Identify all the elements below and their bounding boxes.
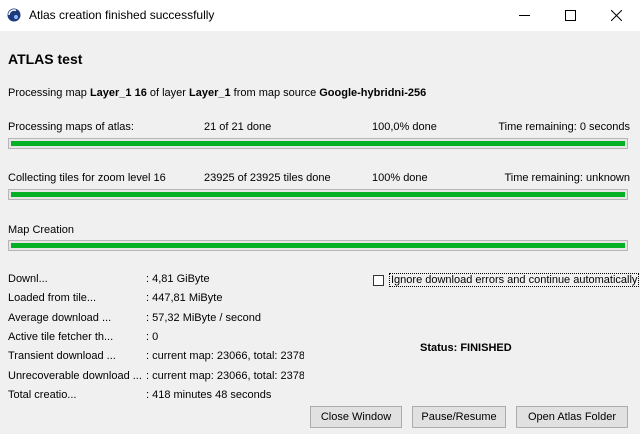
stat-label: Transient download ... <box>8 350 116 362</box>
layer-name: Layer_1 <box>189 87 231 99</box>
of-layer-text: of layer <box>146 87 190 99</box>
maps-progress-fill <box>11 141 625 146</box>
close-window-button[interactable]: Close Window <box>310 406 402 428</box>
stat-value: : 57,32 MiByte / second <box>146 312 261 324</box>
maximize-icon <box>565 10 576 21</box>
stat-label: Total creatio... <box>8 389 77 401</box>
stat-value: : current map: 23066, total: 2378 <box>146 370 304 382</box>
map-creation-label: Map Creation <box>8 224 75 236</box>
minimize-button[interactable] <box>502 0 548 31</box>
stat-label: Loaded from tile... <box>8 292 97 304</box>
maximize-button[interactable] <box>548 0 594 31</box>
stat-label: Average download ... <box>8 312 112 324</box>
from-source-text: from map source <box>230 87 320 99</box>
pause-resume-button[interactable]: Pause/Resume <box>412 406 506 428</box>
tiles-progress-percent: 100% done <box>372 172 428 184</box>
stat-label: Unrecoverable download ... <box>8 370 142 382</box>
stat-value: : 4,81 GiByte <box>146 273 210 285</box>
app-globe-icon <box>7 8 21 22</box>
stat-value: : 447,81 MiByte <box>146 292 223 304</box>
map-creation-progress-fill <box>11 243 625 248</box>
map-source-name: Google-hybridni-256 <box>319 87 427 99</box>
tiles-progress-count: 23925 of 23925 tiles done <box>204 172 331 184</box>
close-button[interactable] <box>594 0 640 31</box>
stat-value: : current map: 23066, total: 2378 <box>146 350 304 362</box>
ignore-errors-label[interactable]: Ignore download errors and continue auto… <box>389 273 640 287</box>
open-atlas-folder-button[interactable]: Open Atlas Folder <box>516 406 628 428</box>
tiles-progress-bar <box>8 189 628 200</box>
title-bar: Atlas creation finished successfully <box>0 0 640 31</box>
close-icon <box>611 10 622 21</box>
tiles-progress-label: Collecting tiles for zoom level 16 <box>8 172 166 184</box>
tiles-time-remaining: Time remaining: unknown <box>504 172 630 184</box>
stat-label: Active tile fetcher th... <box>8 331 114 343</box>
window-title: Atlas creation finished successfully <box>29 8 215 22</box>
maps-progress-bar <box>8 138 628 149</box>
maps-time-remaining: Time remaining: 0 seconds <box>498 121 630 133</box>
maps-progress-label: Processing maps of atlas: <box>8 121 134 133</box>
stat-label: Downl... <box>8 273 48 285</box>
map-name: Layer_1 16 <box>89 87 147 99</box>
tiles-progress-fill <box>11 192 625 197</box>
stat-value: : 0 <box>146 331 159 343</box>
map-creation-progress-bar <box>8 240 628 251</box>
maps-progress-percent: 100,0% done <box>372 121 437 133</box>
minimize-icon <box>519 15 530 16</box>
status-text: Status: FINISHED <box>420 342 512 354</box>
maps-progress-count: 21 of 21 done <box>204 121 272 133</box>
processing-map-line: Processing map Layer_1 16 of layer Layer… <box>8 87 426 99</box>
stat-value: : 418 minutes 48 seconds <box>146 389 272 401</box>
atlas-heading: ATLAS test <box>8 51 83 67</box>
processing-prefix: Processing map <box>8 87 90 99</box>
ignore-errors-checkbox[interactable] <box>373 275 384 286</box>
